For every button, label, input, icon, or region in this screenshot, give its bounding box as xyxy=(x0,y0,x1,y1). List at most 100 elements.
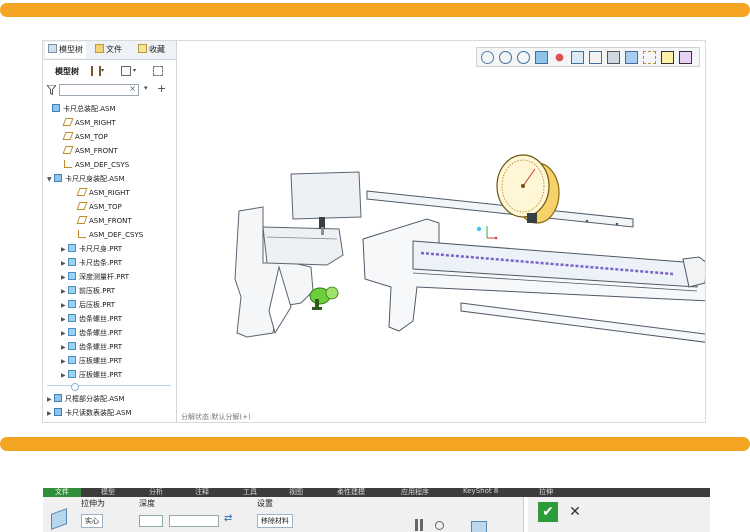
tree-node[interactable]: ▶ 卡尺尺身.PRT xyxy=(61,243,122,256)
verify-icon[interactable] xyxy=(471,521,487,532)
tree-node[interactable]: ASM_RIGHT xyxy=(57,117,116,130)
ribbon-tab[interactable]: 应用程序 xyxy=(401,488,429,497)
caliper-3d-model[interactable] xyxy=(177,41,705,422)
tree-node[interactable]: ▶ 压板螺丝.PRT xyxy=(61,369,122,382)
spin-center-icon[interactable] xyxy=(555,53,564,62)
tree-scrollbar-knob[interactable] xyxy=(71,383,79,391)
refit-icon[interactable] xyxy=(481,51,494,64)
saved-orientations-icon[interactable] xyxy=(589,51,602,64)
tree-node[interactable]: ▶ 尺框部分装配.ASM xyxy=(47,393,125,406)
tree-node[interactable]: ▶ 齿条螺丝.PRT xyxy=(61,313,122,326)
ribbon-tab[interactable]: 视图 xyxy=(289,488,303,497)
annotation-display-icon[interactable] xyxy=(661,51,674,64)
expand-arrow-icon[interactable]: ▶ xyxy=(61,299,68,312)
flip-direction-icon[interactable]: ⇄ xyxy=(224,513,232,524)
ribbon-tab[interactable]: 注释 xyxy=(195,488,209,497)
tree-node-label: 前压板.PRT xyxy=(79,287,116,295)
navigator-panel: 模型树 文件 收藏 模型树 ▾ ▾ × ▾ + 卡尺总装配.ASM ASM_RIG… xyxy=(43,41,177,422)
orange-divider-middle xyxy=(0,437,750,451)
display-style-icon[interactable] xyxy=(571,51,584,64)
datum-display-icon[interactable] xyxy=(643,51,656,64)
tree-filter-icon[interactable] xyxy=(153,66,163,76)
settings-dropdown-icon[interactable]: ▾ xyxy=(101,66,111,76)
tree-node[interactable]: ASM_FRONT xyxy=(71,215,132,228)
pause-icon[interactable] xyxy=(415,519,423,531)
perspective-icon[interactable] xyxy=(625,51,638,64)
tab-favorites[interactable]: 收藏 xyxy=(138,42,165,58)
green-thumb-roller[interactable] xyxy=(309,286,339,310)
expand-arrow-icon[interactable]: ▶ xyxy=(47,393,54,406)
expand-arrow-icon[interactable]: ▶ xyxy=(61,313,68,326)
tools-icon[interactable] xyxy=(91,66,101,76)
no-preview-icon[interactable] xyxy=(435,521,444,530)
part-icon xyxy=(68,286,76,294)
cancel-button[interactable]: ✕ xyxy=(567,502,583,522)
tree-node[interactable]: ▶ 齿条螺丝.PRT xyxy=(61,341,122,354)
tree-node[interactable]: ▶ 卡尺读数表装配.ASM xyxy=(47,407,132,420)
tree-scrollbar[interactable] xyxy=(47,385,171,386)
depth-type-icon[interactable] xyxy=(139,515,163,527)
expand-arrow-icon[interactable]: ▶ xyxy=(61,285,68,298)
jaw-frame-body[interactable] xyxy=(262,226,344,266)
zoom-out-icon[interactable] xyxy=(517,51,530,64)
ribbon-tab[interactable]: KeyShot 8 xyxy=(463,488,498,495)
expand-arrow-icon[interactable]: ▶ xyxy=(47,407,54,420)
expand-arrow-icon[interactable]: ▶ xyxy=(61,341,68,354)
tree-node[interactable]: ASM_DEF_CSYS xyxy=(71,229,143,242)
tree-node[interactable]: ▶ 齿条螺丝.PRT xyxy=(61,327,122,340)
ribbon-tab[interactable]: 工具 xyxy=(243,488,257,497)
ok-button[interactable]: ✔ xyxy=(538,502,558,522)
tree-node-label: 卡尺读数表装配.ASM xyxy=(65,409,132,417)
tree-node[interactable]: 卡尺总装配.ASM xyxy=(45,103,116,116)
view-manager-icon[interactable] xyxy=(607,51,620,64)
tree-node[interactable]: ASM_RIGHT xyxy=(71,187,130,200)
tree-node-label: 卡尺尺身装配.ASM xyxy=(65,175,125,183)
graphics-window[interactable]: 分解状态:默认分解(+) xyxy=(177,41,705,422)
depth-value-input[interactable] xyxy=(169,515,219,527)
zoom-in-icon[interactable] xyxy=(499,51,512,64)
tree-node[interactable]: ▶ 压板螺丝.PRT xyxy=(61,355,122,368)
expand-arrow-icon[interactable]: ▶ xyxy=(61,243,68,256)
model-tree-icon xyxy=(48,44,57,53)
tree-node[interactable]: ▶ 卡尺齿条.PRT xyxy=(61,257,122,270)
rack-strip[interactable] xyxy=(460,302,705,345)
remove-material-button[interactable]: 移除材料 xyxy=(257,514,293,528)
extrude-as-label: 拉伸为 xyxy=(81,499,105,508)
tree-node[interactable]: ▶ 深度测量杆.PRT xyxy=(61,271,129,284)
expand-arrow-icon[interactable]: ▶ xyxy=(61,327,68,340)
ribbon-tab[interactable]: 分析 xyxy=(149,488,163,497)
expand-arrow-icon[interactable]: ▶ xyxy=(61,257,68,270)
tree-node[interactable]: ASM_TOP xyxy=(71,201,122,214)
part-icon xyxy=(68,300,76,308)
funnel-icon[interactable] xyxy=(47,85,56,95)
columns-dropdown-icon[interactable]: ▾ xyxy=(133,66,143,76)
tree-node[interactable]: ▶ 前压板.PRT xyxy=(61,285,115,298)
tree-node[interactable]: ▼ 卡尺尺身装配.ASM xyxy=(47,173,125,186)
add-filter-icon[interactable]: + xyxy=(157,82,166,95)
spin-toggle-icon[interactable] xyxy=(679,51,692,64)
repaint-icon[interactable] xyxy=(535,51,548,64)
solid-button[interactable]: 实心 xyxy=(81,514,103,528)
expand-arrow-icon[interactable]: ▶ xyxy=(61,369,68,382)
search-dropdown-icon[interactable]: ▾ xyxy=(144,84,148,92)
ribbon-tab[interactable]: 模型 xyxy=(101,488,115,497)
ribbon-tab[interactable]: 柔性建模 xyxy=(337,488,365,497)
solid-button-label: 实心 xyxy=(85,517,99,525)
tree-search-input[interactable]: × xyxy=(59,84,139,96)
datum-plane-icon xyxy=(62,132,74,140)
expand-arrow-icon[interactable]: ▶ xyxy=(61,355,68,368)
tree-node[interactable]: ▶ 后压板.PRT xyxy=(61,299,115,312)
gauge-cover-plate[interactable] xyxy=(290,171,362,220)
ribbon-tab[interactable]: 文件 xyxy=(43,488,81,497)
tree-node[interactable]: ASM_TOP xyxy=(57,131,108,144)
tab-model-tree[interactable]: 模型树 xyxy=(45,42,86,58)
ribbon-tab[interactable]: 拉伸 xyxy=(539,488,553,497)
tree-node[interactable]: ASM_FRONT xyxy=(57,145,118,158)
tree-node[interactable]: ASM_DEF_CSYS xyxy=(57,159,129,172)
clear-search-icon[interactable]: × xyxy=(129,84,136,93)
tree-columns-icon[interactable] xyxy=(121,66,131,76)
tab-files[interactable]: 文件 xyxy=(95,42,122,58)
expand-arrow-icon[interactable]: ▶ xyxy=(61,271,68,284)
expand-arrow-icon[interactable]: ▼ xyxy=(47,173,54,186)
tree-node-label: ASM_TOP xyxy=(75,133,108,141)
